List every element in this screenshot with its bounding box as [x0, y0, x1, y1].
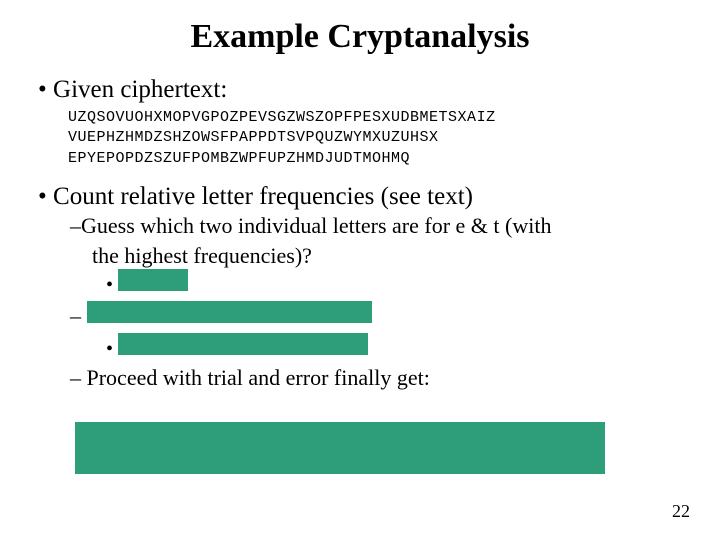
sub-sub-bullet-masked-c [106, 333, 690, 361]
page-number: 22 [672, 501, 690, 522]
redaction-block [118, 333, 368, 355]
slide: Example Cryptanalysis Given ciphertext: … [0, 0, 720, 540]
slide-title: Example Cryptanalysis [30, 18, 690, 56]
redaction-block-answer [75, 422, 605, 474]
sub-bullet-proceed: Proceed with trial and error finally get… [70, 365, 690, 391]
ciphertext-line-1: UZQSOVUOHXMOPVGPOZPEVSGZWSZOPFPESXUDBMET… [68, 108, 690, 128]
guess-text-line1: Guess which two individual letters are f… [81, 213, 551, 239]
bullet-given-ciphertext: Given ciphertext: [38, 76, 690, 104]
sub-bullet-guess: Guess which two individual letters are f… [70, 213, 690, 239]
redaction-block [87, 301, 372, 323]
ciphertext-line-2: VUEPHZHMDZSHZOWSFPAPPDTSVPQUZWYMXUZUHSX [68, 128, 690, 148]
ciphertext-block: UZQSOVUOHXMOPVGPOZPEVSGZWSZOPFPESXUDBMET… [68, 108, 690, 169]
sub-sub-bullet-masked-a [106, 269, 690, 297]
sub-bullet-masked-b [70, 301, 690, 329]
bullet-count-frequencies: Count relative letter frequencies (see t… [38, 183, 690, 211]
redaction-block [118, 269, 188, 291]
guess-text-line2: the highest frequencies)? [92, 243, 690, 269]
ciphertext-line-3: EPYEPOPDZSZUFPOMBZWPFUPZHMDJUDTMOHMQ [68, 149, 690, 169]
